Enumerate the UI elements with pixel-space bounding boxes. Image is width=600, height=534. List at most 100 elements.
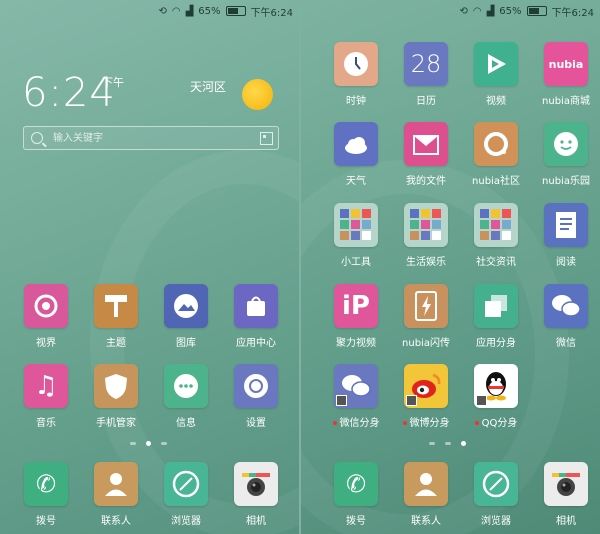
home-screen-right: ⟲ ◠ ▟ 65% 下午6:24 时钟 28 日历 视频 nubia nubia商城天气 我…: [301, 0, 600, 534]
battery-percent: 65%: [499, 5, 522, 17]
app-label: nubia乐园: [533, 172, 599, 187]
app-nubia[interactable]: nubia nubia商城: [533, 42, 599, 107]
app-label: QQ分身: [463, 414, 529, 429]
signal-icon: ▟: [486, 5, 495, 17]
status-bar: ⟲ ◠ ▟ 65% 下午6:24: [158, 4, 293, 19]
app-label: 日历: [393, 92, 459, 107]
app-label-text: 应用分身: [476, 338, 516, 349]
app-label: 天气: [323, 172, 389, 187]
app-label: nubia闪传: [393, 334, 459, 349]
page-dot[interactable]: [445, 442, 451, 445]
signal-icon: ▟: [185, 5, 194, 17]
status-time: 下午6:24: [250, 7, 293, 19]
browser-icon: [164, 462, 208, 506]
status-time: 下午6:24: [551, 7, 594, 19]
app-gallery[interactable]: 图库: [153, 284, 219, 349]
weather-widget-city[interactable]: 天河区: [190, 78, 226, 95]
app-camera[interactable]: 相机: [223, 462, 289, 527]
app-label: 相机: [223, 512, 289, 527]
rotate-icon: ⟲: [158, 5, 167, 17]
app-label-text: 设置: [246, 418, 266, 429]
app-label: 信息: [153, 414, 219, 429]
app-label: 主题: [83, 334, 149, 349]
app-folder[interactable]: 我的文件: [393, 122, 459, 187]
app-label-text: nubia乐园: [542, 176, 590, 187]
app-contacts[interactable]: 联系人: [393, 462, 459, 527]
app-shield[interactable]: 手机管家: [83, 364, 149, 429]
app-wechat[interactable]: 微信: [533, 284, 599, 349]
app-clock[interactable]: 时钟: [323, 42, 389, 107]
app-label-text: 生活娱乐: [406, 257, 446, 268]
app-folder-grid[interactable]: 社交资讯: [463, 203, 529, 268]
app-label-text: 微信: [556, 338, 576, 349]
play-icon: [474, 42, 518, 86]
app-weather[interactable]: 天气: [323, 122, 389, 187]
sun-icon[interactable]: [242, 79, 273, 110]
page-dot[interactable]: [161, 442, 167, 445]
camera-icon: [544, 462, 588, 506]
app-phone[interactable]: ✆ 拨号: [13, 462, 79, 527]
app-contacts[interactable]: 联系人: [83, 462, 149, 527]
app-label: 视频: [463, 92, 529, 107]
notification-dot: [402, 421, 407, 425]
app-wechat[interactable]: 微信分身: [323, 364, 389, 429]
app-label-text: 信息: [176, 418, 196, 429]
app-label: nubia商城: [533, 92, 599, 107]
search-bar[interactable]: [23, 126, 279, 150]
app-play[interactable]: 视频: [463, 42, 529, 107]
app-community[interactable]: nubia社区: [463, 122, 529, 187]
app-eye[interactable]: 视界: [13, 284, 79, 349]
app-browser[interactable]: 浏览器: [153, 462, 219, 527]
app-folder-grid[interactable]: 小工具: [323, 203, 389, 268]
app-theme[interactable]: 主题: [83, 284, 149, 349]
chat-icon: [544, 122, 588, 166]
weather-icon: [334, 122, 378, 166]
phone-icon: ✆: [334, 462, 378, 506]
pptv-icon: iP: [334, 284, 378, 328]
wifi-icon: ◠: [472, 5, 482, 17]
search-input[interactable]: [51, 131, 235, 145]
app-label: 浏览器: [153, 512, 219, 527]
page-dot[interactable]: [429, 442, 435, 445]
app-camera[interactable]: 相机: [533, 462, 599, 527]
page-dot-active[interactable]: [461, 441, 466, 446]
status-bar: ⟲ ◠ ▟ 65% 下午6:24: [459, 4, 594, 19]
app-label-text: 小工具: [341, 257, 371, 268]
app-label: 拨号: [323, 512, 389, 527]
app-clone[interactable]: 应用分身: [463, 284, 529, 349]
app-phone[interactable]: ✆ 拨号: [323, 462, 389, 527]
clone-icon: [474, 284, 518, 328]
app-store[interactable]: 应用中心: [223, 284, 289, 349]
wechat-icon: [544, 284, 588, 328]
store-icon: [234, 284, 278, 328]
app-label-text: 我的文件: [406, 176, 446, 187]
app-label: 相机: [533, 512, 599, 527]
clone-badge-icon: [336, 395, 347, 406]
folder-grid-icon: [404, 203, 448, 247]
wifi-icon: ◠: [171, 5, 181, 17]
page-dot-active[interactable]: [146, 441, 151, 446]
app-label-text: 视频: [486, 96, 506, 107]
app-folder-grid[interactable]: 生活娱乐: [393, 203, 459, 268]
app-label: 生活娱乐: [393, 253, 459, 268]
app-music[interactable]: ♫ 音乐: [13, 364, 79, 429]
app-settings[interactable]: 设置: [223, 364, 289, 429]
app-pptv[interactable]: iP 聚力视频: [323, 284, 389, 349]
app-label: nubia社区: [463, 172, 529, 187]
gallery-icon: [164, 284, 208, 328]
app-calendar[interactable]: 28 日历: [393, 42, 459, 107]
app-qq[interactable]: QQ分身: [463, 364, 529, 429]
app-label: 拨号: [13, 512, 79, 527]
app-browser[interactable]: 浏览器: [463, 462, 529, 527]
app-weibo[interactable]: 微博分身: [393, 364, 459, 429]
app-document[interactable]: 阅读: [533, 203, 599, 268]
clone-badge-icon: [406, 395, 417, 406]
page-dot[interactable]: [130, 442, 136, 445]
app-message[interactable]: 信息: [153, 364, 219, 429]
document-icon: [544, 203, 588, 247]
app-label: 微信分身: [323, 414, 389, 429]
qr-scan-icon[interactable]: [260, 132, 273, 145]
app-flash[interactable]: nubia闪传: [393, 284, 459, 349]
app-chat[interactable]: nubia乐园: [533, 122, 599, 187]
app-label-text: 主题: [106, 338, 126, 349]
